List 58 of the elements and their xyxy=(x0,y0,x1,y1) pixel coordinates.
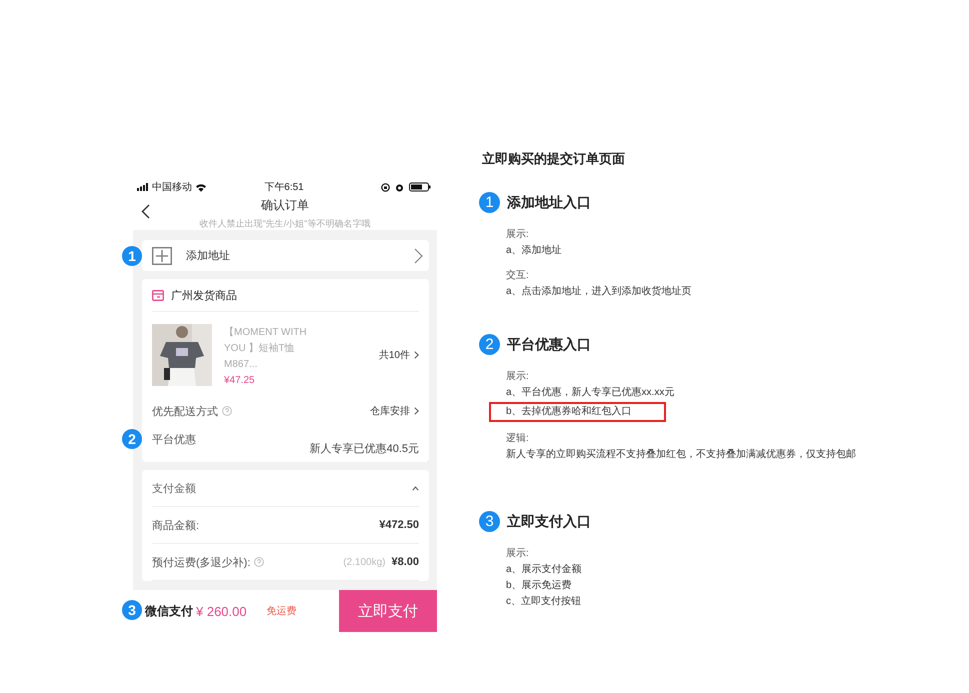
item-count-link[interactable]: 共10件 xyxy=(378,348,419,362)
plus-square-icon xyxy=(152,246,172,264)
step-number: 1 xyxy=(479,192,500,213)
highlighted-note: b、去掉优惠券哈和红包入口 xyxy=(489,402,666,422)
delivery-label: 优先配送方式 xyxy=(152,404,218,418)
note-heading: 展示: xyxy=(506,228,530,242)
chevron-right-icon xyxy=(414,407,419,415)
fee-label: 商品金额: xyxy=(152,518,200,532)
payment-method: 微信支付 xyxy=(145,602,193,620)
address-row[interactable]: 添加地址 xyxy=(142,240,429,271)
section-title: 添加地址入口 xyxy=(507,194,591,212)
free-shipping-label: 免运费 xyxy=(266,604,297,618)
note-heading: 交互: xyxy=(506,268,530,283)
step-number: 2 xyxy=(122,429,142,449)
add-address-label: 添加地址 xyxy=(186,249,230,263)
page-hint: 收件人禁止出现"先生/小姐"等不明确名字哦 xyxy=(198,218,372,230)
document-title: 立即购买的提交订单页面 xyxy=(481,150,626,168)
note-text: b、展示免运费 xyxy=(506,578,573,593)
fee-label: 预付运费(多退少补): xyxy=(152,556,250,570)
product-name: 【MOMENT WITH YOU 】短袖T恤 M867... xyxy=(224,326,308,372)
note-heading: 逻辑: xyxy=(506,432,530,446)
note-text: a、点击添加地址，进入到添加收货地址页 xyxy=(506,284,693,299)
note-text: a、平台优惠，新人专享已优惠xx.xx元 xyxy=(506,386,676,400)
note-text: a、添加地址 xyxy=(506,244,563,258)
chevron-right-icon xyxy=(414,248,423,264)
page-title: 确认订单 xyxy=(261,197,309,214)
discount-value: 新人专享已优惠40.5元 xyxy=(310,442,419,457)
section-title: 平台优惠入口 xyxy=(507,336,591,354)
section-title: 立即支付入口 xyxy=(507,512,591,530)
status-time: 下午6:51 xyxy=(264,181,304,194)
note-text: 新人专享的立即购买流程不支持叠加红包，不支持叠加满减优惠券，仅支持包邮 xyxy=(506,448,857,462)
battery-icon xyxy=(409,182,431,192)
note-text: a、展示支付金额 xyxy=(506,562,583,577)
note-heading: 展示: xyxy=(506,547,530,561)
help-icon xyxy=(222,406,232,416)
fee-value: ¥472.50 xyxy=(379,519,419,531)
back-button[interactable] xyxy=(141,204,150,219)
fee-value: ¥8.00 xyxy=(391,556,419,568)
step-number: 3 xyxy=(479,511,500,532)
discount-label: 平台优惠 xyxy=(152,432,196,447)
total-amount: ¥ 260.00 xyxy=(196,604,247,618)
weight-note: (2.100kg) xyxy=(343,556,386,568)
store-icon xyxy=(152,290,164,300)
chevron-right-icon xyxy=(414,351,419,359)
signal-icon xyxy=(137,183,149,191)
note-text: c、立即支付按钮 xyxy=(506,594,582,609)
step-number: 3 xyxy=(122,600,142,620)
delivery-option[interactable]: 仓库安排 xyxy=(370,404,419,418)
carrier-name: 中国移动 xyxy=(152,180,192,194)
product-price: ¥47.25 xyxy=(224,374,256,386)
store-name: 广州发货商品 xyxy=(171,288,237,302)
back-icon xyxy=(141,204,150,219)
step-number: 2 xyxy=(479,334,500,355)
note-heading: 展示: xyxy=(506,370,530,384)
payment-title: 支付金额 xyxy=(152,482,196,496)
step-number: 1 xyxy=(122,246,142,266)
wifi-icon xyxy=(195,182,207,192)
pay-now-button[interactable]: 立即支付 xyxy=(339,590,437,632)
